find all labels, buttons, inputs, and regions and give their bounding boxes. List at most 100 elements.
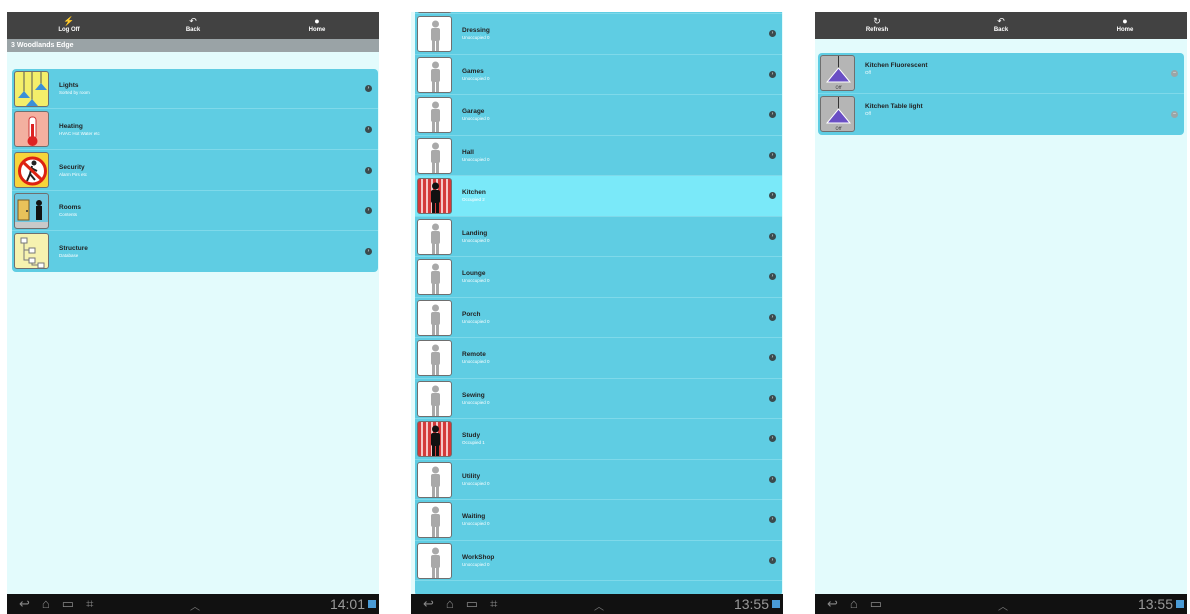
room-item-landing[interactable]: Landing Unoccupied 0 › [415,217,782,257]
chevron-up-icon[interactable]: ︿ [998,598,1008,613]
item-subtitle: Contents [59,212,78,217]
chevron-up-icon[interactable]: ︿ [190,598,200,613]
item-title: Lounge [462,270,486,278]
item-title: Security [59,163,85,171]
chevron-right-icon: › [769,435,776,443]
item-subtitle: Occupied 2 [462,197,485,203]
person-icon [417,56,452,93]
room-item-study[interactable]: Study Occupied 1 › [415,419,782,460]
rooms-icon [14,193,49,229]
chevron-right-icon: › [769,70,776,78]
log-off-icon: ⚡ [63,16,75,26]
chevron-up-icon[interactable]: ︿ [594,598,604,613]
home-nav-icon[interactable]: ⌂ [850,594,858,614]
toggle-icon[interactable]: – [1171,111,1178,118]
room-item-games[interactable]: Games Unoccupied 0 › [415,55,782,95]
chevron-right-icon: › [769,556,776,564]
screenshot-icon[interactable]: ⌗ [490,594,497,614]
chevron-right-icon: › [365,85,372,92]
room-item-lounge[interactable]: Lounge Unoccupied 0 › [415,257,782,298]
back-button[interactable]: ↶ Back [163,12,223,39]
kitchen-lights-screen: ↻ Refresh ↶ Back ● Home Off Kitchen Fluo… [815,12,1187,614]
thermometer-icon [14,111,49,147]
light-item-kitchen-fluorescent[interactable]: Off Kitchen Fluorescent Off – [818,53,1184,94]
signal-icon [1176,600,1184,608]
item-subtitle: Off [865,111,871,116]
clock: 13:55 [1137,596,1173,612]
room-item-kitchen[interactable]: Kitchen Occupied 2 › [415,176,782,217]
light-item-kitchen-table[interactable]: Off Kitchen Table light Off – [818,94,1184,135]
back-button[interactable]: ↶ Back [971,12,1031,39]
menu-item-heating[interactable]: Heating HVAC Hot Water etc › [12,109,378,150]
item-title: Study [462,432,481,440]
lights-icon [14,71,49,107]
room-item-sewing[interactable]: Sewing Unoccupied 0 › [415,379,782,419]
room-item-garage[interactable]: Garage Unoccupied 0 › [415,95,782,136]
home-icon: ● [314,16,320,26]
item-title: Games [462,67,484,75]
item-title: Lights [59,82,79,89]
clock: 13:55 [733,596,769,612]
svg-text:Off: Off [836,85,842,90]
item-title: Sewing [462,391,485,399]
back-icon: ↶ [189,16,197,26]
item-subtitle: Unoccupied 0 [462,116,490,122]
room-item-workshop[interactable]: WorkShop Unoccupied 0 › [415,541,782,581]
system-navbar: ↩ ⌂ ▭ ⌗ ︿ 13:55 [411,594,783,614]
item-subtitle: Unoccupied 0 [462,278,490,284]
person-icon [417,12,452,13]
recent-apps-icon[interactable]: ▭ [62,594,74,614]
main-menu-screen: ⚡ Log Off ↶ Back ● Home 3 Woodlands Edge… [7,12,379,614]
item-subtitle: Unoccupied 0 [462,318,490,324]
item-title: Heating [59,122,83,130]
person-icon [417,97,452,133]
room-item-utility[interactable]: Utility Unoccupied 0 › [415,460,782,500]
menu-item-rooms[interactable]: Rooms Contents › [12,191,378,231]
room-item-porch[interactable]: Porch Unoccupied 0 › [415,298,782,338]
home-button[interactable]: ● Home [1095,12,1155,39]
person-icon [417,137,452,174]
chevron-right-icon: › [769,192,776,200]
log-off-button[interactable]: ⚡ Log Off [39,12,99,39]
rooms-list: Dressing Unoccupied 0 › Games Unoccupied 0 › G… [415,12,782,596]
recent-apps-icon[interactable]: ▭ [870,594,882,614]
refresh-icon: ↻ [873,16,881,26]
room-item-hall[interactable]: Hall Unoccupied 0 › [415,136,782,176]
person-icon [417,299,452,336]
item-title: Dressing [462,27,490,35]
menu-item-security[interactable]: Security Alarm Pirs etc › [12,150,378,191]
toolbar: ↻ Refresh ↶ Back ● Home [815,12,1187,39]
item-subtitle: Unoccupied 0 [462,480,490,486]
chevron-right-icon: › [365,166,372,174]
item-title: Hall [462,148,474,156]
item-subtitle: Off [865,70,871,75]
home-button[interactable]: ● Home [287,12,347,39]
room-item-remote[interactable]: Remote Unoccupied 0 › [415,338,782,379]
refresh-button[interactable]: ↻ Refresh [847,12,907,39]
back-nav-icon[interactable]: ↩ [827,594,838,614]
item-title: Porch [462,310,481,318]
chevron-right-icon: › [769,354,776,362]
chevron-right-icon: › [769,313,776,321]
item-title: Waiting [462,513,486,521]
back-nav-icon[interactable]: ↩ [423,594,434,614]
system-navbar: ↩ ⌂ ▭ ︿ 13:55 [815,594,1187,614]
home-nav-icon[interactable]: ⌂ [446,594,454,614]
recent-apps-icon[interactable]: ▭ [466,594,478,614]
back-nav-icon[interactable]: ↩ [19,594,30,614]
menu-item-lights[interactable]: Lights Sorted by room › [12,69,378,109]
rooms-screen: Dressing Unoccupied 0 › Games Unoccupied 0 › G… [411,12,783,614]
room-item-dressing[interactable]: Dressing Unoccupied 0 › [415,14,782,55]
toggle-icon[interactable]: – [1171,69,1178,77]
room-item-waiting[interactable]: Waiting Unoccupied 0 › [415,500,782,541]
menu-item-structure[interactable]: Structure Database › [12,231,378,272]
security-icon [14,152,49,188]
back-icon: ↶ [997,16,1005,26]
home-nav-icon[interactable]: ⌂ [42,594,50,614]
item-subtitle: Unoccupied 0 [462,561,490,567]
chevron-right-icon: › [769,516,776,524]
chevron-right-icon: › [365,125,372,133]
screenshot-icon[interactable]: ⌗ [86,594,93,614]
item-title: Structure [59,245,88,252]
item-subtitle: Unoccupied 0 [462,156,490,162]
